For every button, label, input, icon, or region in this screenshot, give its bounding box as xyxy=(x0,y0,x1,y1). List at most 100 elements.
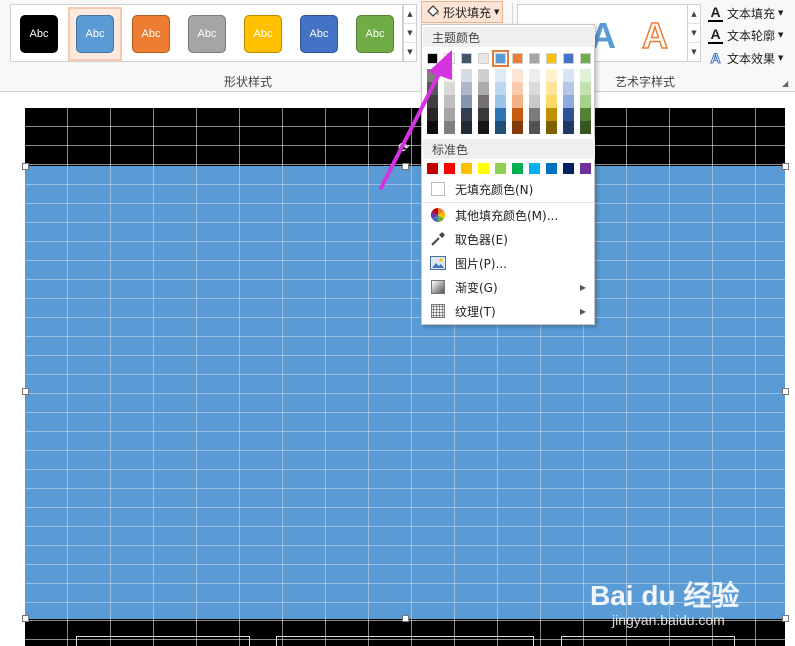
theme-shade-swatch[interactable] xyxy=(512,69,523,82)
resize-handle-top-right[interactable] xyxy=(782,163,789,170)
theme-shade-swatch[interactable] xyxy=(478,95,489,108)
resize-handle-middle-left[interactable] xyxy=(22,388,29,395)
text-fill-button[interactable]: A 文本填充 ▼ xyxy=(708,3,783,23)
gradient-item[interactable]: 渐变(G) ▶ xyxy=(423,276,595,298)
theme-shade-swatch[interactable] xyxy=(580,95,591,108)
standard-color-swatch[interactable] xyxy=(563,163,574,174)
theme-shade-swatch[interactable] xyxy=(580,121,591,134)
theme-shade-swatch[interactable] xyxy=(444,108,455,121)
scroll-down-icon[interactable]: ▼ xyxy=(688,24,700,43)
theme-shade-swatch[interactable] xyxy=(563,108,574,121)
theme-shade-swatch[interactable] xyxy=(563,69,574,82)
selected-rectangle-shape[interactable] xyxy=(25,166,785,619)
standard-color-swatch[interactable] xyxy=(427,163,438,174)
more-fill-colors-item[interactable]: 其他填充颜色(M)... xyxy=(423,204,595,226)
standard-color-swatch[interactable] xyxy=(495,163,506,174)
theme-shade-swatch[interactable] xyxy=(563,95,574,108)
shape-style-gray[interactable]: Abc xyxy=(188,15,226,53)
resize-handle-middle-right[interactable] xyxy=(782,388,789,395)
theme-color-swatch[interactable] xyxy=(563,53,574,64)
standard-color-swatch[interactable] xyxy=(512,163,523,174)
theme-shade-swatch[interactable] xyxy=(478,121,489,134)
theme-shade-swatch[interactable] xyxy=(563,121,574,134)
gallery-more-icon[interactable]: ▼ xyxy=(404,43,416,61)
dialog-launcher-icon[interactable]: ◢ xyxy=(782,79,788,88)
shape-style-green[interactable]: Abc xyxy=(356,15,394,53)
theme-shade-swatch[interactable] xyxy=(427,121,438,134)
no-fill-item[interactable]: 无填充颜色(N) xyxy=(423,178,595,200)
theme-color-swatch[interactable] xyxy=(492,50,509,67)
theme-shade-swatch[interactable] xyxy=(461,95,472,108)
resize-handle-bottom-right[interactable] xyxy=(782,615,789,622)
standard-color-swatch[interactable] xyxy=(580,163,591,174)
wordart-style-orange-outline[interactable]: A xyxy=(641,14,669,57)
theme-shade-swatch[interactable] xyxy=(478,82,489,95)
shape-style-darkblue[interactable]: Abc xyxy=(300,15,338,53)
theme-shade-swatch[interactable] xyxy=(563,82,574,95)
theme-shade-swatch[interactable] xyxy=(427,69,438,82)
theme-shade-swatch[interactable] xyxy=(444,121,455,134)
theme-shade-swatch[interactable] xyxy=(529,108,540,121)
resize-handle-bottom-left[interactable] xyxy=(22,615,29,622)
standard-color-swatch[interactable] xyxy=(529,163,540,174)
standard-color-swatch[interactable] xyxy=(461,163,472,174)
resize-handle-top-middle[interactable] xyxy=(402,163,409,170)
scroll-up-icon[interactable]: ▲ xyxy=(404,5,416,24)
theme-shade-swatch[interactable] xyxy=(444,95,455,108)
theme-shade-swatch[interactable] xyxy=(495,121,506,134)
theme-shade-swatch[interactable] xyxy=(546,95,557,108)
theme-shade-swatch[interactable] xyxy=(495,69,506,82)
rotate-handle-icon[interactable]: ⟳ xyxy=(398,140,410,156)
texture-item[interactable]: 纹理(T) ▶ xyxy=(423,300,595,322)
theme-color-swatch[interactable] xyxy=(580,53,591,64)
theme-shade-swatch[interactable] xyxy=(529,95,540,108)
theme-shade-swatch[interactable] xyxy=(461,82,472,95)
theme-shade-swatch[interactable] xyxy=(512,108,523,121)
shape-style-blue[interactable]: Abc xyxy=(76,15,114,53)
theme-shade-swatch[interactable] xyxy=(444,82,455,95)
theme-shade-swatch[interactable] xyxy=(495,95,506,108)
shape-style-orange[interactable]: Abc xyxy=(132,15,170,53)
shape-fill-button[interactable]: 形状填充 ▼ xyxy=(421,1,503,23)
theme-shade-swatch[interactable] xyxy=(427,95,438,108)
theme-color-swatch[interactable] xyxy=(461,53,472,64)
theme-shade-swatch[interactable] xyxy=(461,69,472,82)
standard-color-swatch[interactable] xyxy=(546,163,557,174)
theme-shade-swatch[interactable] xyxy=(546,82,557,95)
theme-shade-swatch[interactable] xyxy=(546,121,557,134)
theme-shade-swatch[interactable] xyxy=(529,82,540,95)
theme-shade-swatch[interactable] xyxy=(546,69,557,82)
theme-shade-swatch[interactable] xyxy=(427,82,438,95)
standard-color-swatch[interactable] xyxy=(478,163,489,174)
theme-shade-swatch[interactable] xyxy=(512,121,523,134)
scroll-down-icon[interactable]: ▼ xyxy=(404,24,416,43)
placeholder-box[interactable] xyxy=(276,636,534,646)
theme-shade-swatch[interactable] xyxy=(512,95,523,108)
shape-style-gold[interactable]: Abc xyxy=(244,15,282,53)
placeholder-box[interactable] xyxy=(76,636,250,646)
theme-shade-swatch[interactable] xyxy=(529,69,540,82)
resize-handle-top-left[interactable] xyxy=(22,163,29,170)
theme-shade-swatch[interactable] xyxy=(580,82,591,95)
standard-color-swatch[interactable] xyxy=(444,163,455,174)
theme-color-swatch[interactable] xyxy=(427,53,438,64)
theme-color-swatch[interactable] xyxy=(546,53,557,64)
eyedropper-item[interactable]: 取色器(E) xyxy=(423,228,595,250)
gallery-more-icon[interactable]: ▼ xyxy=(688,43,700,61)
text-outline-button[interactable]: A 文本轮廓 ▼ xyxy=(708,25,783,45)
theme-shade-swatch[interactable] xyxy=(495,82,506,95)
theme-shade-swatch[interactable] xyxy=(461,108,472,121)
theme-shade-swatch[interactable] xyxy=(478,108,489,121)
theme-shade-swatch[interactable] xyxy=(512,82,523,95)
theme-color-swatch[interactable] xyxy=(529,53,540,64)
theme-shade-swatch[interactable] xyxy=(427,108,438,121)
theme-shade-swatch[interactable] xyxy=(580,69,591,82)
theme-color-swatch[interactable] xyxy=(444,53,455,64)
shape-style-black[interactable]: Abc xyxy=(20,15,58,53)
picture-fill-item[interactable]: 图片(P)... xyxy=(423,252,595,274)
text-effects-button[interactable]: A 文本效果 ▼ xyxy=(708,48,783,68)
theme-shade-swatch[interactable] xyxy=(478,69,489,82)
theme-shade-swatch[interactable] xyxy=(461,121,472,134)
scroll-up-icon[interactable]: ▲ xyxy=(688,5,700,24)
theme-shade-swatch[interactable] xyxy=(546,108,557,121)
